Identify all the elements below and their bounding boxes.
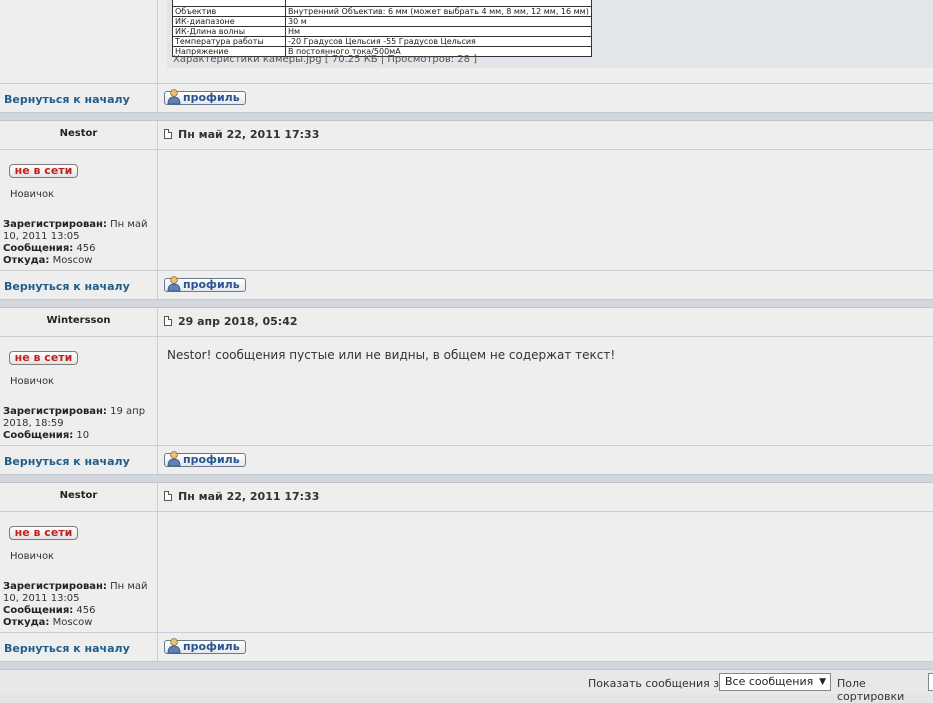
user-icon <box>167 89 181 105</box>
profile-label: профиль <box>183 453 240 466</box>
post-text: Nestor! сообщения пустые или не видны, в… <box>167 348 616 362</box>
table-row: ИК-диапазоне 30 м <box>172 16 592 27</box>
profile-button[interactable]: профиль <box>164 89 246 105</box>
profile-label: профиль <box>183 640 240 653</box>
post-date: Пн май 22, 2011 17:33 <box>178 490 320 503</box>
user-meta: Зарегистрирован: Пн май 10, 2011 13:05 С… <box>3 581 148 628</box>
sort-field-select[interactable] <box>928 673 933 691</box>
attachment-caption: Характеристики камеры.jpg [ 70.25 КБ | П… <box>173 54 477 65</box>
post-author[interactable]: Nestor <box>0 128 157 139</box>
user-icon <box>167 276 181 292</box>
offline-badge: не в сети <box>9 164 78 178</box>
user-icon <box>167 451 181 467</box>
author-cell <box>0 0 157 83</box>
post-date: Пн май 22, 2011 17:33 <box>178 128 320 141</box>
post-separator <box>0 474 933 483</box>
show-posts-label: Показать сообщения за: <box>588 677 730 690</box>
post-date: 29 апр 2018, 05:42 <box>178 315 298 328</box>
table-row: ИК-Длина волны Нм <box>172 26 592 37</box>
post-body <box>158 150 933 270</box>
back-to-top-link[interactable]: Вернуться к началу <box>4 93 130 106</box>
attachment-file-name[interactable]: Характеристики камеры.jpg <box>173 54 322 65</box>
back-to-top-link[interactable]: Вернуться к началу <box>4 642 130 655</box>
attachment-image[interactable]: Объектив Внутренний Объектив: 6 мм (может… <box>172 0 592 57</box>
user-rank: Новичок <box>10 376 55 387</box>
user-icon <box>167 638 181 654</box>
posts-period-select[interactable]: Все сообщения ▼ <box>719 673 831 691</box>
profile-label: профиль <box>183 91 240 104</box>
user-location: Moscow <box>52 617 93 628</box>
dropdown-arrow-icon: ▼ <box>819 677 826 687</box>
profile-button[interactable]: профиль <box>164 451 246 467</box>
post-body <box>158 512 933 632</box>
user-rank: Новичок <box>10 189 55 200</box>
table-row: Температура работы -20 Градусов Цельсия -… <box>172 36 592 47</box>
post-author[interactable]: Wintersson <box>0 315 157 326</box>
table-row: Объектив Внутренний Объектив: 6 мм (может… <box>172 6 592 17</box>
post-icon[interactable] <box>164 491 172 501</box>
posts-period-value: Все сообщения <box>725 675 814 688</box>
post-separator <box>0 299 933 308</box>
specs-table: Объектив Внутренний Объектив: 6 мм (может… <box>172 0 592 57</box>
posts-count: 10 <box>76 430 90 441</box>
profile-button[interactable]: профиль <box>164 276 246 292</box>
profile-label: профиль <box>183 278 240 291</box>
post-icon[interactable] <box>164 316 172 326</box>
offline-badge: не в сети <box>9 526 78 540</box>
posts-count: 456 <box>76 605 96 616</box>
post-icon[interactable] <box>164 129 172 139</box>
offline-badge: не в сети <box>9 351 78 365</box>
back-to-top-link[interactable]: Вернуться к началу <box>4 455 130 468</box>
posts-count: 456 <box>76 243 96 254</box>
user-meta: Зарегистрирован: 19 апр 2018, 18:59 Сооб… <box>3 406 146 441</box>
post-author[interactable]: Nestor <box>0 490 157 501</box>
user-location: Moscow <box>52 255 93 266</box>
post-separator <box>0 112 933 121</box>
user-meta: Зарегистрирован: Пн май 10, 2011 13:05 С… <box>3 219 148 266</box>
sort-field-label: Поле сортировки <box>837 677 905 703</box>
attachment-file-info: [ 70.25 КБ | Просмотров: 28 ] <box>324 54 478 65</box>
back-to-top-link[interactable]: Вернуться к началу <box>4 280 130 293</box>
user-rank: Новичок <box>10 551 55 562</box>
profile-button[interactable]: профиль <box>164 638 246 654</box>
